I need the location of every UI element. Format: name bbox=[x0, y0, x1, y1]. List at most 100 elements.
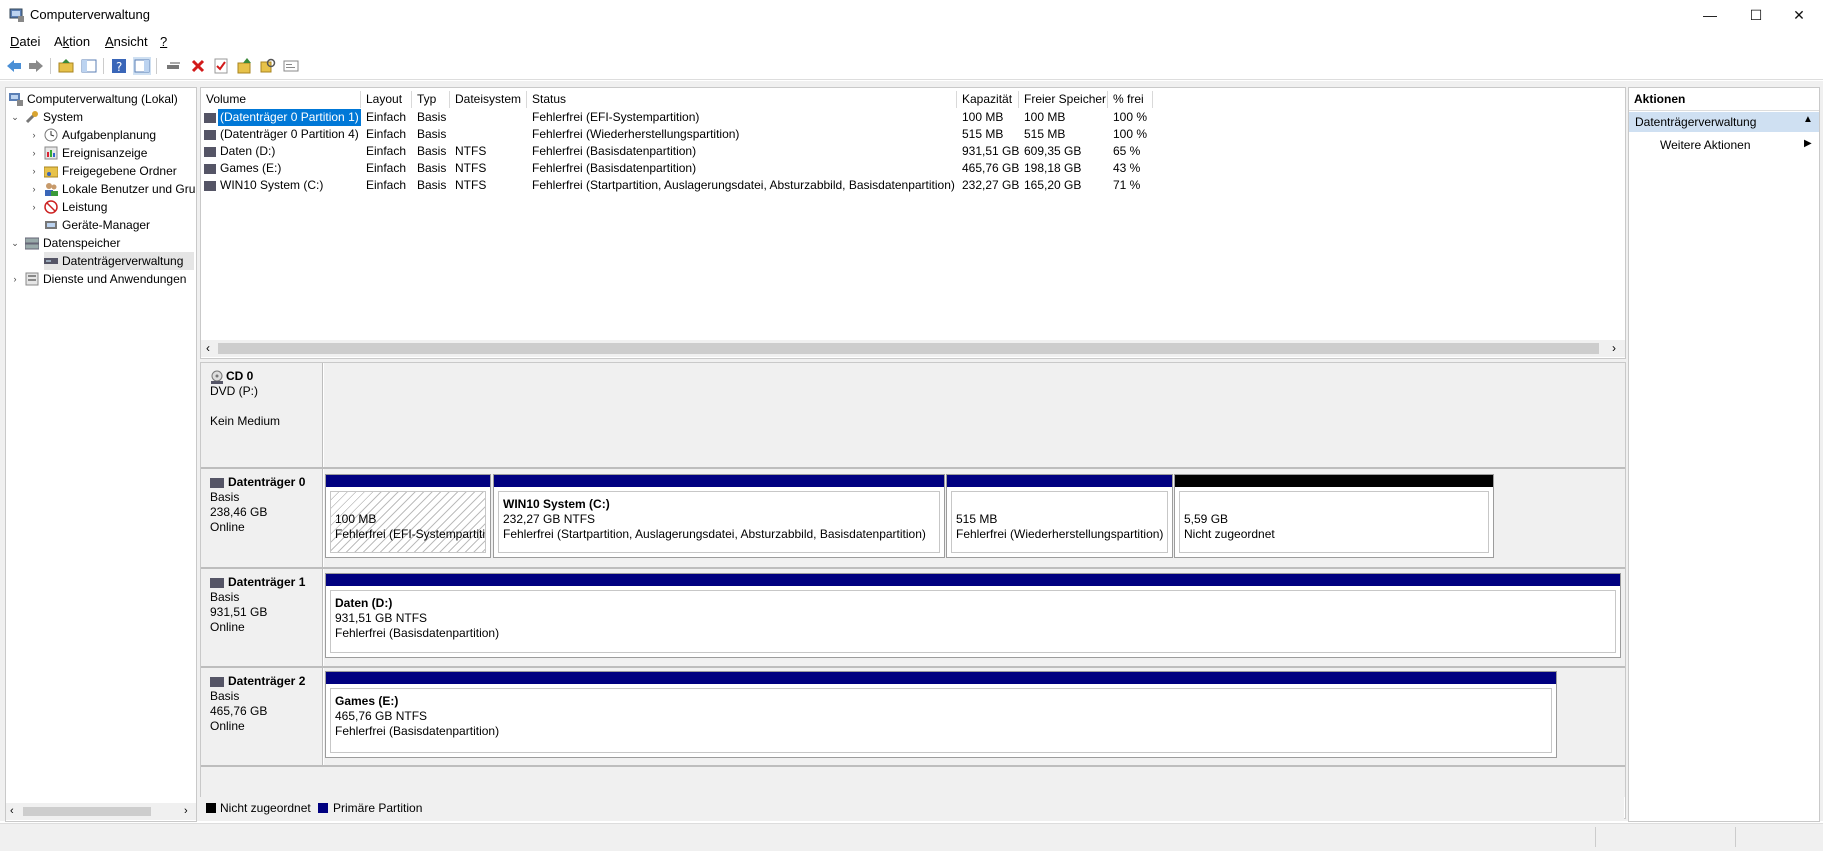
partition-efi[interactable]: 100 MB Fehlerfrei (EFI-Systempartition) bbox=[325, 474, 491, 558]
show-hide-tree-icon[interactable] bbox=[80, 57, 98, 75]
status-divider bbox=[1595, 827, 1596, 847]
services-icon bbox=[25, 272, 39, 286]
scroll-left-icon[interactable]: ‹ bbox=[206, 341, 210, 355]
volume-name: Daten (D:) bbox=[220, 144, 276, 158]
table-row[interactable]: (Datenträger 0 Partition 4) Einfach Basi… bbox=[201, 126, 1201, 143]
scrollbar-thumb[interactable] bbox=[218, 343, 1599, 354]
menu-datei-rest: atei bbox=[19, 34, 41, 49]
tree-item-aufgabenplanung[interactable]: › Aufgabenplanung bbox=[28, 126, 157, 144]
tree-item-leistung[interactable]: › Leistung bbox=[28, 198, 108, 216]
close-button[interactable]: ✕ bbox=[1776, 0, 1822, 30]
find-icon[interactable] bbox=[259, 57, 277, 75]
expand-icon[interactable]: › bbox=[28, 130, 40, 140]
table-row[interactable]: WIN10 System (C:) Einfach Basis NTFS Feh… bbox=[201, 177, 1201, 194]
partition-daten[interactable]: Daten (D:) 931,51 GB NTFS Fehlerfrei (Ba… bbox=[325, 573, 1621, 658]
table-row[interactable]: Games (E:) Einfach Basis NTFS Fehlerfrei… bbox=[201, 160, 1201, 177]
menu-help[interactable]: ? bbox=[160, 34, 167, 49]
column-header-kapazitaet[interactable]: Kapazität bbox=[957, 91, 1019, 108]
action-weitere-aktionen[interactable]: Weitere Aktionen ▶ bbox=[1629, 135, 1819, 155]
expand-icon[interactable]: ⌄ bbox=[9, 112, 21, 123]
tree-item-system[interactable]: ⌄ System bbox=[9, 108, 83, 126]
volume-typ: Basis bbox=[417, 178, 447, 192]
expand-icon[interactable]: › bbox=[28, 184, 40, 194]
column-header-status[interactable]: Status bbox=[527, 91, 957, 108]
disk-drive-icon bbox=[210, 676, 224, 687]
tree-label: Freigegebene Ordner bbox=[62, 164, 177, 178]
disk-label-disk0[interactable]: Datenträger 0 Basis 238,46 GB Online bbox=[201, 469, 323, 567]
export-list-icon[interactable] bbox=[236, 57, 254, 75]
partition-win10-system[interactable]: WIN10 System (C:) 232,27 GB NTFS Fehlerf… bbox=[493, 474, 945, 558]
tree-item-geraete-manager[interactable]: Geräte-Manager bbox=[44, 216, 150, 234]
connect-icon[interactable] bbox=[165, 57, 183, 75]
partition-recovery[interactable]: 515 MB Fehlerfrei (Wiederherstellungspar… bbox=[946, 474, 1173, 558]
disk-label-cd0[interactable]: CD 0 DVD (P:) Kein Medium bbox=[201, 363, 323, 467]
column-header-dateisystem[interactable]: Dateisystem bbox=[450, 91, 527, 108]
volume-status: Fehlerfrei (EFI-Systempartition) bbox=[532, 110, 700, 124]
disk-name: Datenträger 2 bbox=[228, 674, 306, 688]
volume-status: Fehlerfrei (Wiederherstellungspartition) bbox=[532, 127, 740, 141]
column-header-prozent-frei[interactable]: % frei bbox=[1108, 91, 1153, 108]
column-header-layout[interactable]: Layout bbox=[361, 91, 412, 108]
tree-label: Aufgabenplanung bbox=[62, 128, 157, 142]
collapse-icon[interactable]: ▲ bbox=[1803, 114, 1813, 125]
partition-size: 515 MB bbox=[956, 512, 998, 526]
partition-status: Fehlerfrei (Startpartition, Auslagerungs… bbox=[503, 527, 926, 541]
menu-ansicht-mnemonic: A bbox=[105, 34, 114, 49]
tree-item-ereignisanzeige[interactable]: › Ereignisanzeige bbox=[28, 144, 148, 162]
volume-list: Volume Layout Typ Dateisystem Status Kap… bbox=[200, 87, 1626, 359]
event-viewer-icon bbox=[44, 146, 58, 160]
scrollbar-thumb[interactable] bbox=[23, 807, 151, 816]
volume-typ: Basis bbox=[417, 144, 447, 158]
back-icon[interactable] bbox=[5, 57, 23, 75]
minimize-button[interactable]: — bbox=[1687, 0, 1733, 30]
tree-item-dienste[interactable]: › Dienste und Anwendungen bbox=[9, 270, 187, 288]
tree-scrollbar[interactable]: ‹ › bbox=[6, 803, 196, 820]
actions-section-datentraegerverwaltung[interactable]: Datenträgerverwaltung ▲ bbox=[1629, 112, 1819, 132]
menu-datei[interactable]: Datei bbox=[10, 34, 40, 49]
disk-label-disk1[interactable]: Datenträger 1 Basis 931,51 GB Online bbox=[201, 569, 323, 666]
tree-item-computer-management[interactable]: Computerverwaltung (Lokal) bbox=[9, 90, 178, 108]
column-header-freier-speicher[interactable]: Freier Speicher bbox=[1019, 91, 1108, 108]
delete-icon[interactable] bbox=[189, 57, 207, 75]
expand-icon[interactable]: › bbox=[9, 274, 21, 284]
up-folder-icon[interactable] bbox=[57, 57, 75, 75]
scroll-right-icon[interactable]: › bbox=[184, 805, 188, 817]
tree-item-freigegebene-ordner[interactable]: › Freigegebene Ordner bbox=[28, 162, 177, 180]
tree-label: Dienste und Anwendungen bbox=[43, 272, 187, 286]
properties-icon[interactable] bbox=[282, 57, 300, 75]
partition-unallocated[interactable]: 5,59 GB Nicht zugeordnet bbox=[1174, 474, 1494, 558]
tree-label: Leistung bbox=[62, 200, 108, 214]
column-header-typ[interactable]: Typ bbox=[412, 91, 450, 108]
table-row[interactable]: (Datenträger 0 Partition 1) Einfach Basi… bbox=[201, 109, 1201, 126]
volume-fs: NTFS bbox=[455, 178, 487, 192]
volume-list-scrollbar[interactable]: ‹ › bbox=[201, 340, 1625, 357]
forward-icon[interactable] bbox=[27, 57, 45, 75]
partition-bar bbox=[494, 475, 944, 487]
volume-status: Fehlerfrei (Basisdatenpartition) bbox=[532, 161, 697, 175]
expand-icon[interactable]: › bbox=[28, 166, 40, 176]
scroll-right-icon[interactable]: › bbox=[1612, 341, 1616, 355]
tree-item-datentraegerverwaltung[interactable]: Datenträgerverwaltung bbox=[44, 252, 194, 270]
disk-label-disk2[interactable]: Datenträger 2 Basis 465,76 GB Online bbox=[201, 668, 323, 765]
maximize-button[interactable]: ☐ bbox=[1733, 0, 1779, 30]
tree-item-datenspeicher[interactable]: ⌄ Datenspeicher bbox=[9, 234, 120, 252]
partition-games[interactable]: Games (E:) 465,76 GB NTFS Fehlerfrei (Ba… bbox=[325, 671, 1557, 758]
scroll-left-icon[interactable]: ‹ bbox=[10, 805, 14, 817]
expand-icon[interactable]: ⌄ bbox=[9, 238, 21, 249]
table-row[interactable]: Daten (D:) Einfach Basis NTFS Fehlerfrei… bbox=[201, 143, 1201, 160]
status-bar bbox=[0, 823, 1823, 851]
tree-item-lokale-benutzer[interactable]: › Lokale Benutzer und Gruppen bbox=[28, 180, 196, 198]
menu-ansicht[interactable]: Ansicht bbox=[105, 34, 148, 49]
menu-aktion[interactable]: Aktion bbox=[54, 34, 90, 49]
actions-header: Aktionen bbox=[1629, 88, 1819, 111]
partition-title bbox=[956, 497, 1167, 512]
checklist-icon[interactable] bbox=[212, 57, 230, 75]
show-action-pane-icon[interactable] bbox=[133, 57, 151, 75]
help-icon[interactable]: ? bbox=[110, 57, 128, 75]
partition-status: Nicht zugeordnet bbox=[1184, 527, 1275, 541]
actions-section-label: Datenträgerverwaltung bbox=[1635, 115, 1757, 129]
column-header-volume[interactable]: Volume bbox=[201, 91, 361, 108]
menu-datei-mnemonic: D bbox=[10, 34, 20, 49]
expand-icon[interactable]: › bbox=[28, 148, 40, 158]
expand-icon[interactable]: › bbox=[28, 202, 40, 212]
